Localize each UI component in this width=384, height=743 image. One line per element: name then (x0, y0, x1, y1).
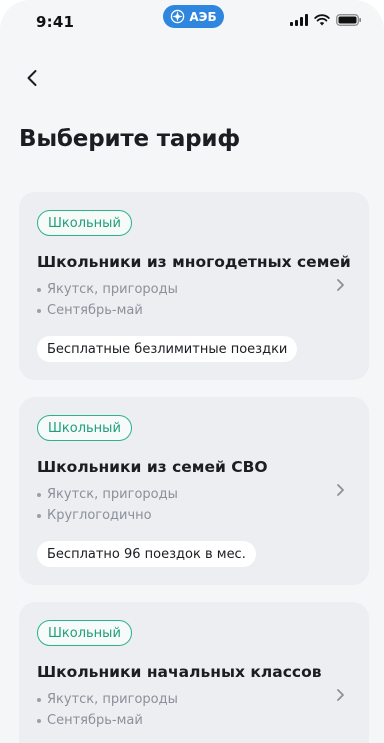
chevron-right-icon (337, 689, 344, 701)
tariff-card[interactable]: Школьный Школьники из семей СВО Якутск, … (19, 397, 369, 585)
tariff-region: Якутск, пригороды (37, 282, 178, 297)
tariff-region: Якутск, пригороды (37, 692, 178, 707)
tariff-period-text: Сентябрь-май (47, 713, 143, 728)
page-title: Выберите тариф (19, 126, 240, 152)
brand-logo-icon (171, 9, 185, 24)
tariff-badge: Школьный (37, 415, 132, 441)
tariff-region: Якутск, пригороды (37, 487, 178, 502)
bullet-icon (37, 697, 41, 702)
brand-label: АЭБ (189, 9, 217, 24)
chevron-right-icon (337, 279, 344, 291)
tariff-period-text: Круглогодично (47, 508, 152, 523)
status-bar: 9:41 АЭБ (0, 0, 384, 40)
battery-icon (336, 14, 361, 26)
back-button[interactable] (18, 64, 46, 92)
tariff-region-text: Якутск, пригороды (47, 487, 178, 502)
status-icons (290, 14, 362, 26)
chevron-right-icon (337, 484, 344, 496)
bullet-icon (37, 308, 41, 313)
tariff-perk: Бесплатно 96 поездок в мес. (37, 541, 256, 567)
tariff-card[interactable]: Школьный Школьники из многодетных семей … (19, 192, 369, 380)
tariff-title: Школьники из семей СВО (37, 458, 268, 476)
status-time: 9:41 (36, 13, 75, 31)
cellular-signal-icon (290, 14, 308, 26)
wifi-icon (314, 14, 330, 26)
tariff-perk: Бесплатные безлимитные поездки (37, 336, 298, 362)
tariff-period-text: Сентябрь-май (47, 303, 143, 318)
bullet-icon (37, 718, 41, 723)
bullet-icon (37, 492, 41, 497)
brand-badge: АЭБ (163, 5, 224, 28)
tariff-badge: Школьный (37, 210, 132, 236)
tariff-title: Школьники из многодетных семей (37, 253, 351, 271)
tariff-period: Сентябрь-май (37, 713, 143, 728)
tariff-region-text: Якутск, пригороды (47, 282, 178, 297)
bullet-icon (37, 287, 41, 292)
tariff-period: Круглогодично (37, 508, 152, 523)
tariff-screen: 9:41 АЭБ Выберите тариф Школьный Школьни… (0, 0, 384, 743)
tariff-period: Сентябрь-май (37, 303, 143, 318)
bullet-icon (37, 513, 41, 518)
tariff-title: Школьники начальных классов (37, 663, 322, 681)
tariff-badge: Школьный (37, 620, 132, 646)
tariff-region-text: Якутск, пригороды (47, 692, 178, 707)
chevron-left-icon (27, 70, 37, 86)
tariff-card[interactable]: Школьный Школьники начальных классов Яку… (19, 602, 369, 743)
